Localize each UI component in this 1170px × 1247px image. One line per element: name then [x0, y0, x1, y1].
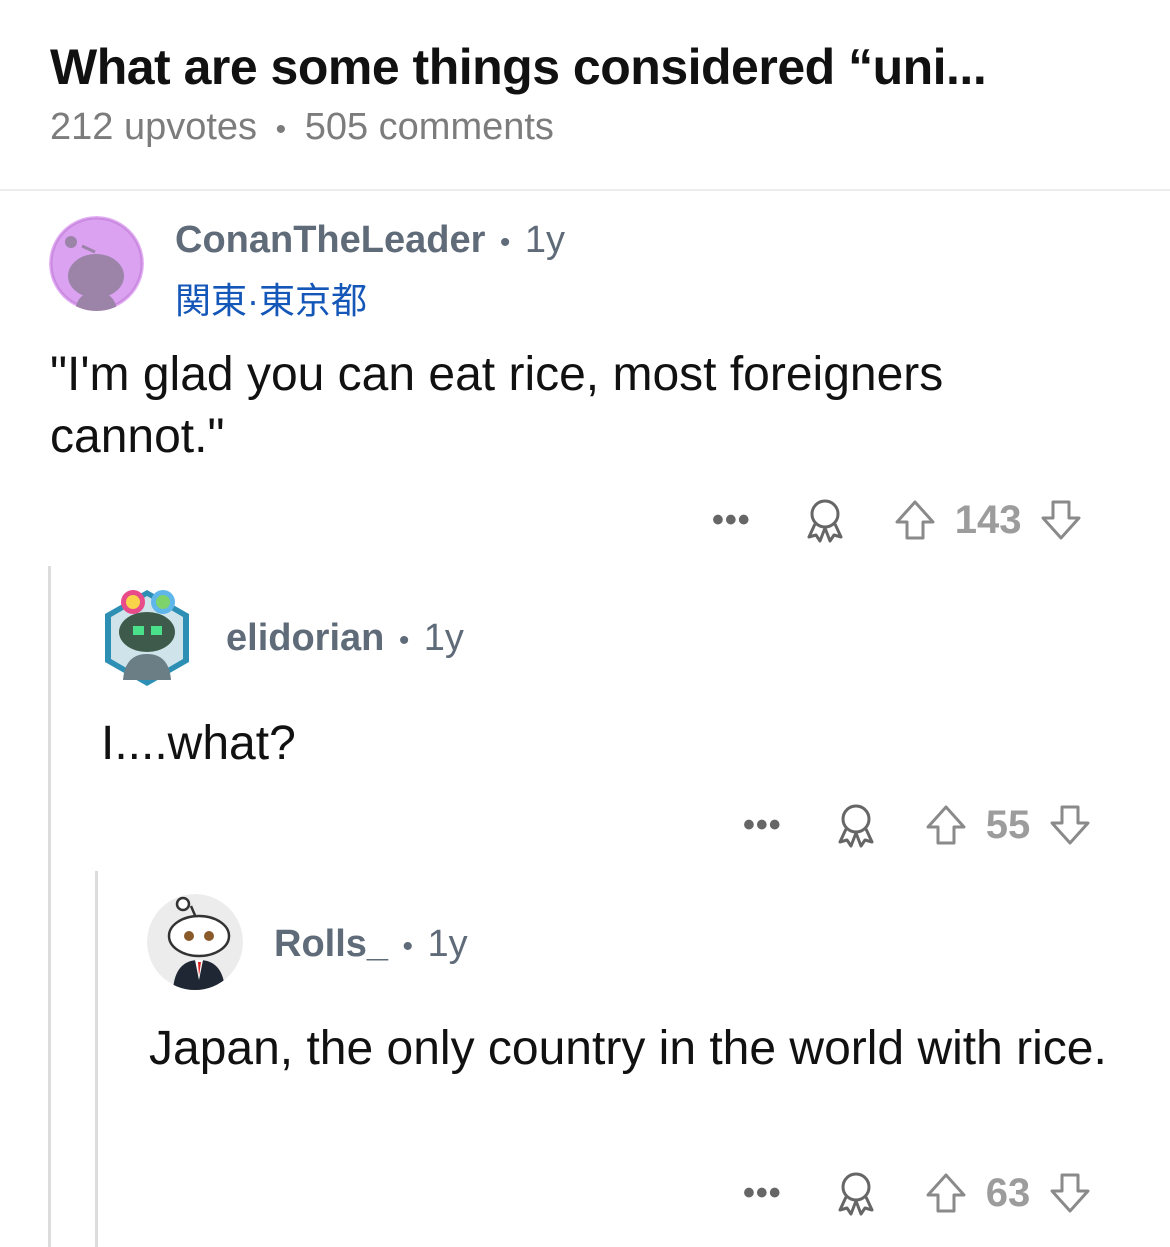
- downvote-icon[interactable]: [1048, 803, 1092, 847]
- upvote-count: 212 upvotes: [50, 106, 258, 148]
- thread-line[interactable]: [48, 566, 51, 1247]
- header-divider: [0, 189, 1170, 191]
- upvote-icon[interactable]: [893, 498, 937, 542]
- vote-score: 55: [985, 802, 1031, 847]
- meta-dot: •: [499, 226, 511, 259]
- more-options-icon[interactable]: •••: [743, 806, 782, 845]
- comment-actions: ••• 143: [712, 494, 1083, 546]
- upvote-icon[interactable]: [924, 803, 968, 847]
- comment-header: elidorian • 1y: [226, 617, 464, 660]
- comment-header: Rolls_ • 1y: [274, 923, 468, 966]
- meta-separator: •: [275, 113, 287, 146]
- comment-actions: ••• 55: [743, 799, 1092, 851]
- vote-score: 143: [954, 497, 1022, 542]
- award-icon[interactable]: [803, 497, 847, 543]
- meta-dot: •: [398, 624, 410, 657]
- avatar[interactable]: [101, 588, 193, 688]
- comment-age: 1y: [423, 617, 464, 659]
- award-icon[interactable]: [834, 802, 878, 848]
- post-title[interactable]: What are some things considered “uni...: [50, 38, 987, 96]
- downvote-icon[interactable]: [1048, 1171, 1092, 1215]
- comment-body: "I'm glad you can eat rice, most foreign…: [50, 348, 944, 463]
- comment-actions: ••• 63: [743, 1167, 1092, 1219]
- vote-score: 63: [985, 1170, 1031, 1215]
- post-meta: 212 upvotes • 505 comments: [50, 106, 554, 149]
- thread-line[interactable]: [95, 871, 98, 1247]
- username[interactable]: ConanTheLeader: [175, 219, 485, 261]
- avatar[interactable]: [147, 894, 243, 990]
- avatar[interactable]: [49, 216, 144, 311]
- username[interactable]: Rolls_: [274, 923, 388, 965]
- comment-age: 1y: [524, 219, 565, 261]
- comment-header: ConanTheLeader • 1y: [175, 219, 565, 262]
- comment-body: I....what?: [101, 717, 296, 770]
- meta-dot: •: [402, 930, 414, 963]
- more-options-icon[interactable]: •••: [743, 1174, 782, 1213]
- comment-age: 1y: [427, 923, 468, 965]
- username[interactable]: elidorian: [226, 617, 384, 659]
- award-icon[interactable]: [834, 1170, 878, 1216]
- comment-count[interactable]: 505 comments: [305, 106, 554, 148]
- comment-body: Japan, the only country in the world wit…: [149, 1022, 1107, 1075]
- user-flair: 関東·東京都: [175, 280, 367, 321]
- upvote-icon[interactable]: [924, 1171, 968, 1215]
- more-options-icon[interactable]: •••: [712, 501, 751, 540]
- downvote-icon[interactable]: [1039, 498, 1083, 542]
